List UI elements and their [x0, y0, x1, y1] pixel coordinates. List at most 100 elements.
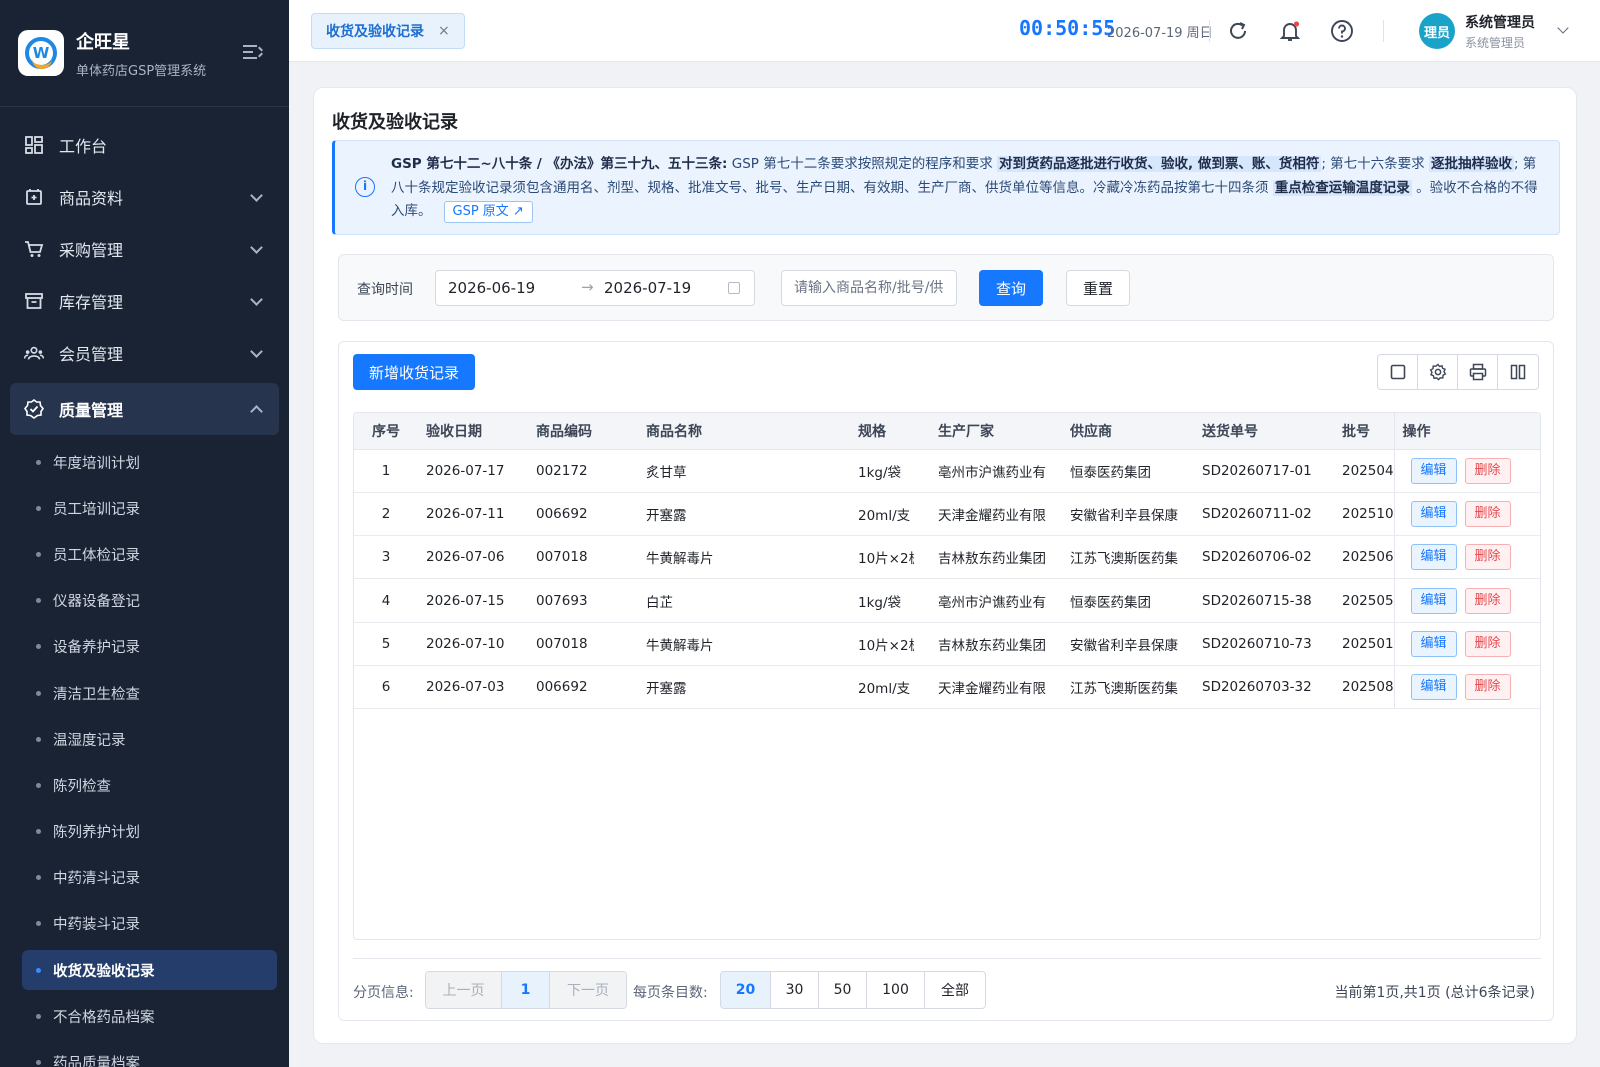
page-size-100[interactable]: 100: [867, 972, 925, 1008]
delete-button[interactable]: 删除: [1464, 630, 1511, 657]
sub-item-temp-humidity[interactable]: 温湿度记录: [0, 716, 289, 762]
delete-button[interactable]: 删除: [1464, 544, 1511, 571]
dashboard-icon: [24, 135, 44, 155]
menu-item-products[interactable]: 商品资料: [0, 171, 289, 223]
settings-icon[interactable]: [1418, 355, 1458, 389]
menu-label-purchase: 采购管理: [59, 241, 124, 260]
sub-item-equipment-register[interactable]: 仪器设备登记: [0, 578, 289, 624]
sub-item-unqualified-drugs[interactable]: 不合格药品档案: [0, 993, 289, 1039]
start-date[interactable]: 2026-06-19: [448, 279, 535, 297]
notice-highlight: 对到货药品逐批进行收货、验收, 做到票、账、货相符: [997, 156, 1322, 172]
sub-item-receiving-inspection[interactable]: 收货及验收记录: [22, 950, 277, 991]
sub-item-cleaning-check[interactable]: 清洁卫生检查: [0, 670, 289, 716]
page-size-50[interactable]: 50: [819, 972, 867, 1008]
cell-batch: 20250420: [1312, 449, 1394, 493]
delete-button[interactable]: 删除: [1464, 500, 1511, 527]
reset-button[interactable]: 重置: [1066, 270, 1130, 306]
sidebar-menu: 工作台 商品资料 采购管理 库存管理 会员管理 质量管理 年度培训计划 员工培训…: [0, 107, 289, 1067]
notice-text: ; 第七十六条要求: [1321, 156, 1429, 172]
sub-item-drug-quality[interactable]: 药品质量档案: [0, 1039, 289, 1067]
cell-spec: 20ml/支: [804, 665, 914, 710]
col-header-code[interactable]: 商品编码: [528, 413, 638, 450]
end-date[interactable]: 2026-07-19: [604, 279, 691, 297]
avatar[interactable]: 理员: [1419, 13, 1455, 49]
search-input[interactable]: [781, 270, 957, 306]
brand: W 企旺星 单体药店GSP管理系统: [0, 0, 289, 107]
edit-button[interactable]: 编辑: [1410, 457, 1457, 484]
user-name[interactable]: 系统管理员: [1465, 12, 1535, 32]
close-icon[interactable]: ×: [438, 23, 450, 39]
calendar-icon: [728, 282, 740, 294]
cell-spec: 20ml/支: [804, 492, 914, 537]
page-1-button[interactable]: 1: [502, 972, 550, 1008]
cell-supplier: 江苏飞澳斯医药集团: [1046, 665, 1178, 710]
page-size-all[interactable]: 全部: [925, 972, 985, 1008]
sub-item-label: 中药装斗记录: [53, 917, 140, 934]
print-icon[interactable]: [1458, 355, 1498, 389]
edit-button[interactable]: 编辑: [1410, 674, 1457, 701]
edit-button[interactable]: 编辑: [1410, 630, 1457, 657]
tab-receiving-inspection[interactable]: 收货及验收记录 ×: [311, 13, 465, 49]
table-row[interactable]: 52026-07-10007018牛黄解毒片10片×2板吉林敖东药业集团股安徽省…: [354, 622, 1540, 666]
sub-item-staff-checkup[interactable]: 员工体检记录: [0, 531, 289, 577]
col-header-seq[interactable]: 序号: [354, 413, 418, 450]
delete-button[interactable]: 删除: [1464, 674, 1511, 701]
chevron-down-icon[interactable]: [1557, 22, 1569, 34]
menu-item-quality[interactable]: 质量管理: [10, 383, 279, 435]
bullet-icon: [36, 1013, 41, 1019]
table-row[interactable]: 42026-07-15007693白芷1kg/袋亳州市沪谯药业有限恒泰医药集团S…: [354, 578, 1540, 623]
help-icon[interactable]: [1329, 18, 1355, 44]
bullet-icon: [36, 1059, 41, 1065]
sub-item-display-maintenance[interactable]: 陈列养护计划: [0, 809, 289, 855]
bullet-icon: [36, 551, 41, 557]
sub-item-annual-training[interactable]: 年度培训计划: [0, 439, 289, 485]
table-row[interactable]: 12026-07-17002172炙甘草1kg/袋亳州市沪谯药业有限恒泰医药集团…: [354, 449, 1540, 493]
cell-manufacturer: 吉林敖东药业集团股: [914, 535, 1046, 580]
menu-item-members[interactable]: 会员管理: [0, 327, 289, 379]
gsp-original-link[interactable]: GSP 原文 ↗: [443, 201, 533, 223]
delete-button[interactable]: 删除: [1464, 587, 1511, 614]
date-range-picker[interactable]: 2026-06-19 → 2026-07-19: [435, 270, 755, 306]
cell-code: 006692: [528, 665, 638, 710]
fullscreen-icon[interactable]: [1378, 355, 1418, 389]
prev-page-button[interactable]: 上一页: [426, 972, 502, 1008]
page-size-20[interactable]: 20: [721, 972, 771, 1008]
col-header-date[interactable]: 验收日期: [418, 413, 528, 450]
menu-item-purchase[interactable]: 采购管理: [0, 223, 289, 275]
next-page-button[interactable]: 下一页: [550, 972, 626, 1008]
col-header-delivery-no[interactable]: 送货单号: [1178, 413, 1312, 450]
cell-manufacturer: 天津金耀药业有限公: [914, 492, 1046, 537]
table-row[interactable]: 32026-07-06007018牛黄解毒片10片×2板吉林敖东药业集团股江苏飞…: [354, 535, 1540, 580]
delete-button[interactable]: 删除: [1464, 457, 1511, 484]
sub-item-tcm-clearing[interactable]: 中药清斗记录: [0, 855, 289, 901]
sub-item-staff-training[interactable]: 员工培训记录: [0, 485, 289, 531]
col-header-actions: 操作: [1393, 413, 1540, 450]
notice-lead: GSP 第七十二~八十条 / 《办法》第三十九、五十三条:: [391, 156, 728, 172]
columns-icon[interactable]: [1498, 355, 1538, 389]
menu-item-inventory[interactable]: 库存管理: [0, 275, 289, 327]
table-row[interactable]: 22026-07-11006692开塞露20ml/支天津金耀药业有限公安徽省利辛…: [354, 492, 1540, 537]
edit-button[interactable]: 编辑: [1410, 544, 1457, 571]
sub-item-display-check[interactable]: 陈列检查: [0, 762, 289, 808]
col-header-supplier[interactable]: 供应商: [1046, 413, 1178, 450]
table-panel: 新增收货记录 序号 验收日期 商品编码 商品名称 规格 生产厂家 供应商 送货单…: [338, 341, 1554, 1021]
sub-item-tcm-filling[interactable]: 中药装斗记录: [0, 901, 289, 947]
col-header-batch[interactable]: 批号: [1312, 413, 1394, 450]
menu-item-dashboard[interactable]: 工作台: [0, 119, 289, 171]
bell-icon[interactable]: [1277, 18, 1303, 44]
sub-item-equipment-maintenance[interactable]: 设备养护记录: [0, 624, 289, 670]
page-size-30[interactable]: 30: [771, 972, 819, 1008]
add-receiving-record-button[interactable]: 新增收货记录: [353, 354, 475, 390]
edit-button[interactable]: 编辑: [1410, 587, 1457, 614]
refresh-icon[interactable]: [1225, 18, 1251, 44]
table-row[interactable]: 62026-07-03006692开塞露20ml/支天津金耀药业有限公江苏飞澳斯…: [354, 665, 1540, 710]
table-toolbar: [1377, 354, 1539, 390]
cell-spec: 10片×2板: [804, 622, 914, 666]
edit-button[interactable]: 编辑: [1410, 500, 1457, 527]
col-header-name[interactable]: 商品名称: [638, 413, 804, 450]
menu-collapse-icon[interactable]: [243, 44, 263, 60]
col-header-spec[interactable]: 规格: [804, 413, 914, 450]
sub-item-label: 中药清斗记录: [53, 871, 140, 888]
col-header-manufacturer[interactable]: 生产厂家: [914, 413, 1046, 450]
query-button[interactable]: 查询: [979, 270, 1043, 306]
